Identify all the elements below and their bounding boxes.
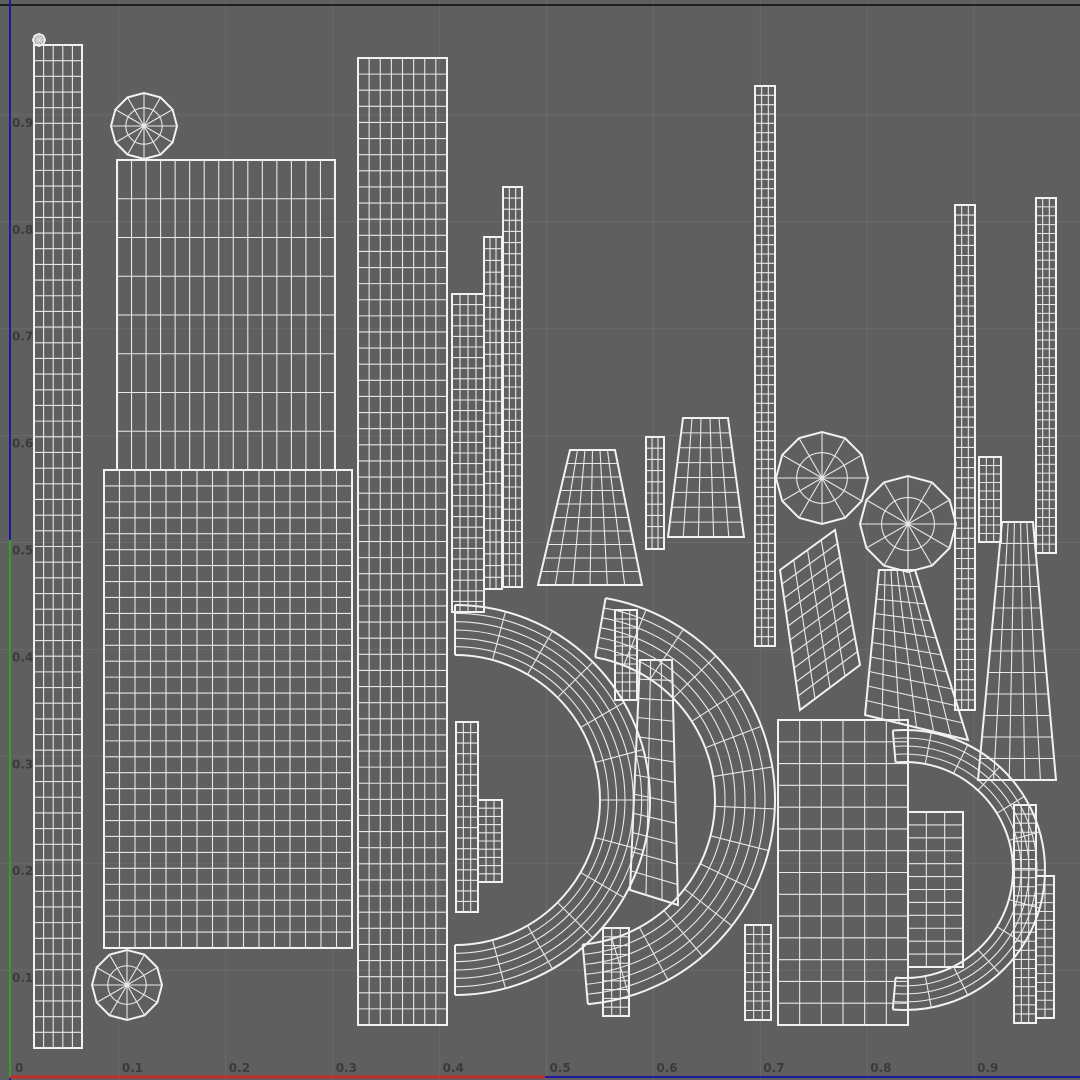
v-tick-label: 0.5 [12,544,33,558]
v-tick-label: 0.4 [12,650,33,664]
u-tick-label: 0.1 [122,1061,143,1075]
u-tick-label: 0.4 [443,1061,464,1075]
v-tick-label: 0.6 [12,437,33,451]
u-tick-label: 0.8 [870,1061,891,1075]
u-tick-label: 0.6 [656,1061,677,1075]
v-tick-label: 0.9 [12,116,33,130]
u-tick-label: 0.7 [763,1061,784,1075]
shell-strip-long[interactable] [754,85,776,647]
shell-top-dot[interactable] [31,32,47,48]
shell-strip-f[interactable] [1035,197,1057,554]
v-tick-label: 0.2 [12,864,33,878]
uv-editor-viewport[interactable]: 0 0.1 0.2 0.3 0.4 0.5 0.6 0.7 0.8 0.9 0.9 0.8 0.7 0.… [0,0,1080,1080]
shell-tall-column[interactable] [357,57,448,1026]
v-tick-label: 0.3 [12,757,33,771]
shell-cap-bottom[interactable] [90,948,164,1022]
u-tick-label: 0.2 [229,1061,250,1075]
u-tick-label: 0.3 [336,1061,357,1075]
u-tick-label: 0.9 [977,1061,998,1075]
u-tick-label: 0.5 [550,1061,571,1075]
v-tick-label: 0.8 [12,223,33,237]
shell-cap-top[interactable] [109,91,179,161]
v-tick-label: 0.7 [12,330,33,344]
v-tick-label: 0.1 [12,971,33,985]
u-tick-label: 0 [15,1061,23,1075]
